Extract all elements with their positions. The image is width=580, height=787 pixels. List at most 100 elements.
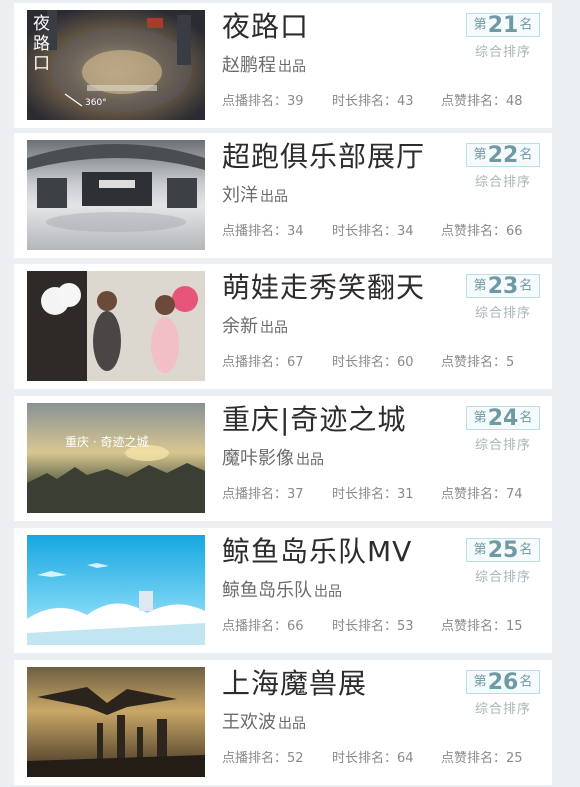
- item-title[interactable]: 超跑俱乐部展厅: [222, 139, 425, 175]
- play-rank-label: 点播排名：: [222, 355, 288, 370]
- producer-label: 出品: [278, 716, 306, 732]
- producer-label: 出品: [314, 584, 342, 600]
- panorama-badge: 360°: [85, 98, 107, 108]
- video-thumbnail[interactable]: 重庆 · 奇迹之城: [27, 403, 205, 513]
- duration-rank-stat: 时长排名：31: [332, 483, 414, 502]
- author-name: 魔咔影像: [222, 448, 294, 469]
- video-thumbnail[interactable]: [27, 271, 205, 381]
- author-line: 王欢波 出品: [222, 708, 306, 734]
- play-rank-value: 67: [287, 355, 304, 370]
- item-title[interactable]: 重庆|奇迹之城: [222, 402, 406, 438]
- rank-prefix: 第: [473, 410, 487, 426]
- play-rank-stat: 点播排名：52: [222, 747, 304, 766]
- play-rank-value: 52: [287, 751, 304, 766]
- like-rank-stat: 点赞排名：15: [441, 615, 523, 634]
- like-rank-stat: 点赞排名：74: [441, 483, 523, 502]
- play-rank-stat: 点播排名：34: [222, 220, 304, 239]
- rank-caption: 综合排序: [474, 570, 531, 585]
- duration-rank-value: 60: [397, 355, 414, 370]
- play-rank-stat: 点播排名：66: [222, 615, 304, 634]
- author-line: 赵鹏程 出品: [222, 51, 306, 77]
- duration-rank-label: 时长排名：: [332, 751, 398, 766]
- video-thumbnail[interactable]: [27, 140, 205, 250]
- rank-prefix: 第: [473, 542, 487, 558]
- play-rank-stat: 点播排名：67: [222, 351, 304, 370]
- duration-rank-value: 64: [397, 751, 414, 766]
- duration-rank-label: 时长排名：: [332, 224, 398, 239]
- play-rank-value: 37: [287, 487, 304, 502]
- play-rank-stat: 点播排名：37: [222, 483, 304, 502]
- rank-number: 25: [487, 537, 519, 563]
- like-rank-value: 74: [506, 487, 523, 502]
- rank-badge: 第24名: [466, 406, 540, 430]
- item-title[interactable]: 上海魔兽展: [222, 666, 367, 702]
- like-rank-value: 48: [506, 94, 523, 109]
- producer-label: 出品: [296, 452, 324, 468]
- like-rank-label: 点赞排名：: [441, 751, 507, 766]
- item-title[interactable]: 鲸鱼岛乐队MV: [222, 534, 412, 570]
- rank-suffix: 名: [519, 17, 533, 33]
- duration-rank-label: 时长排名：: [332, 487, 398, 502]
- play-rank-label: 点播排名：: [222, 619, 288, 634]
- like-rank-value: 25: [506, 751, 523, 766]
- rank-caption: 综合排序: [474, 45, 531, 60]
- author-line: 魔咔影像 出品: [222, 444, 324, 470]
- list-item[interactable]: 夜路口 360° 夜路口 赵鹏程 出品 点播排名：39 时长排名：43 点赞排名：…: [14, 3, 552, 128]
- rank-prefix: 第: [473, 147, 487, 163]
- rank-suffix: 名: [519, 410, 533, 426]
- author-line: 余新 出品: [222, 312, 288, 338]
- duration-rank-label: 时长排名：: [332, 94, 398, 109]
- duration-rank-stat: 时长排名：43: [332, 90, 414, 109]
- item-title[interactable]: 萌娃走秀笑翻天: [222, 270, 425, 306]
- ranking-list: 夜路口 360° 夜路口 赵鹏程 出品 点播排名：39 时长排名：43 点赞排名：…: [0, 0, 580, 787]
- list-item[interactable]: 超跑俱乐部展厅 刘洋 出品 点播排名：34 时长排名：34 点赞排名：66 第22…: [14, 133, 552, 258]
- video-thumbnail[interactable]: [27, 667, 205, 777]
- play-rank-label: 点播排名：: [222, 751, 288, 766]
- rank-caption: 综合排序: [474, 702, 531, 717]
- play-rank-value: 39: [287, 94, 304, 109]
- rank-badge: 第22名: [466, 143, 540, 167]
- rank-number: 26: [487, 669, 519, 695]
- thumb-label: 夜路口: [33, 14, 50, 74]
- video-thumbnail[interactable]: [27, 535, 205, 645]
- author-name: 赵鹏程: [222, 55, 276, 76]
- producer-label: 出品: [260, 320, 288, 336]
- play-rank-value: 34: [287, 224, 304, 239]
- duration-rank-value: 31: [397, 487, 414, 502]
- duration-rank-stat: 时长排名：64: [332, 747, 414, 766]
- play-rank-value: 66: [287, 619, 304, 634]
- duration-rank-value: 34: [397, 224, 414, 239]
- play-rank-label: 点播排名：: [222, 224, 288, 239]
- item-title[interactable]: 夜路口: [222, 9, 309, 45]
- like-rank-value: 66: [506, 224, 523, 239]
- rank-badge: 第26名: [466, 670, 540, 694]
- play-rank-stat: 点播排名：39: [222, 90, 304, 109]
- duration-rank-value: 43: [397, 94, 414, 109]
- rank-number: 24: [487, 405, 519, 431]
- like-rank-value: 15: [506, 619, 523, 634]
- rank-badge: 第25名: [466, 538, 540, 562]
- producer-label: 出品: [278, 59, 306, 75]
- duration-rank-value: 53: [397, 619, 414, 634]
- list-item[interactable]: 鲸鱼岛乐队MV 鲸鱼岛乐队 出品 点播排名：66 时长排名：53 点赞排名：15 …: [14, 528, 552, 653]
- author-name: 王欢波: [222, 712, 276, 733]
- rank-caption: 综合排序: [474, 438, 531, 453]
- like-rank-value: 5: [506, 355, 515, 370]
- list-item[interactable]: 上海魔兽展 王欢波 出品 点播排名：52 时长排名：64 点赞排名：25 第26名…: [14, 660, 552, 785]
- like-rank-label: 点赞排名：: [441, 487, 507, 502]
- duration-rank-stat: 时长排名：34: [332, 220, 414, 239]
- like-rank-label: 点赞排名：: [441, 619, 507, 634]
- rank-badge: 第21名: [466, 13, 540, 37]
- like-rank-label: 点赞排名：: [441, 224, 507, 239]
- video-thumbnail[interactable]: 夜路口 360°: [27, 10, 205, 120]
- rank-suffix: 名: [519, 278, 533, 294]
- rank-badge: 第23名: [466, 274, 540, 298]
- list-item[interactable]: 重庆 · 奇迹之城 重庆|奇迹之城 魔咔影像 出品 点播排名：37 时长排名：31…: [14, 396, 552, 521]
- author-name: 刘洋: [222, 185, 258, 206]
- duration-rank-stat: 时长排名：53: [332, 615, 414, 634]
- duration-rank-stat: 时长排名：60: [332, 351, 414, 370]
- author-line: 鲸鱼岛乐队 出品: [222, 576, 342, 602]
- list-item[interactable]: 萌娃走秀笑翻天 余新 出品 点播排名：67 时长排名：60 点赞排名：5 第23名…: [14, 264, 552, 389]
- duration-rank-label: 时长排名：: [332, 355, 398, 370]
- producer-label: 出品: [260, 189, 288, 205]
